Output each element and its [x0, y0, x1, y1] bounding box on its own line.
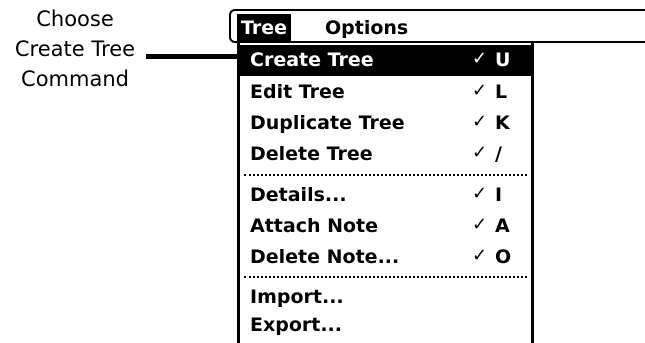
callout-line-2: Create Tree: [14, 37, 136, 61]
shortcut-key: U: [495, 49, 511, 71]
menu-item-label: Duplicate Tree: [250, 112, 405, 134]
menu-item-import[interactable]: Import...: [240, 282, 531, 313]
menu-item-details[interactable]: Details... ✓ I: [240, 180, 531, 211]
menu-separator: [244, 276, 527, 278]
menu-title-options[interactable]: Options: [321, 14, 412, 42]
menu-item-label: Import...: [250, 286, 344, 308]
menu-item-label: Edit Tree: [250, 81, 345, 103]
command-stroke-icon: ✓: [472, 111, 488, 132]
menu-item-attach-note[interactable]: Attach Note ✓ A: [240, 211, 531, 242]
tree-menu: Create Tree ✓ U Edit Tree ✓ L Duplicate …: [237, 43, 534, 343]
menu-title-tree[interactable]: Tree: [237, 14, 292, 42]
menu-item-create-tree[interactable]: Create Tree ✓ U: [240, 45, 531, 76]
command-stroke-icon: ✓: [472, 183, 488, 204]
shortcut-key: K: [495, 112, 510, 134]
callout-line-3: Command: [21, 67, 129, 91]
shortcut-key: O: [495, 246, 512, 268]
menu-item-edit-tree[interactable]: Edit Tree ✓ L: [240, 77, 531, 108]
menu-item-delete-tree[interactable]: Delete Tree ✓ /: [240, 139, 531, 170]
menu-item-label: Details...: [250, 184, 347, 206]
shortcut-key: A: [495, 215, 510, 237]
menu-item-export[interactable]: Export...: [240, 310, 531, 341]
command-stroke-icon: ✓: [472, 245, 488, 266]
menu-item-label: Attach Note: [250, 215, 379, 237]
command-stroke-icon: ✓: [472, 214, 488, 235]
command-stroke-icon: ✓: [472, 142, 488, 163]
command-stroke-icon: ✓: [472, 48, 488, 69]
callout-line-1: Choose: [36, 7, 114, 31]
shortcut-key: I: [495, 184, 503, 206]
shortcut-key: /: [495, 143, 502, 165]
menu-item-label: Create Tree: [250, 49, 374, 71]
shortcut-key: L: [495, 81, 508, 103]
menu-separator: [244, 174, 527, 176]
callout-annotation: Choose Create Tree Command: [0, 4, 150, 94]
menu-item-label: Delete Note...: [250, 246, 400, 268]
menu-item-delete-note[interactable]: Delete Note... ✓ O: [240, 242, 531, 273]
menu-item-label: Delete Tree: [250, 143, 373, 165]
menu-item-label: Export...: [250, 314, 342, 336]
command-stroke-icon: ✓: [472, 80, 488, 101]
menu-item-duplicate-tree[interactable]: Duplicate Tree ✓ K: [240, 108, 531, 139]
callout-leader-line: [146, 54, 238, 59]
menu-bar: Tree Options: [229, 9, 645, 43]
